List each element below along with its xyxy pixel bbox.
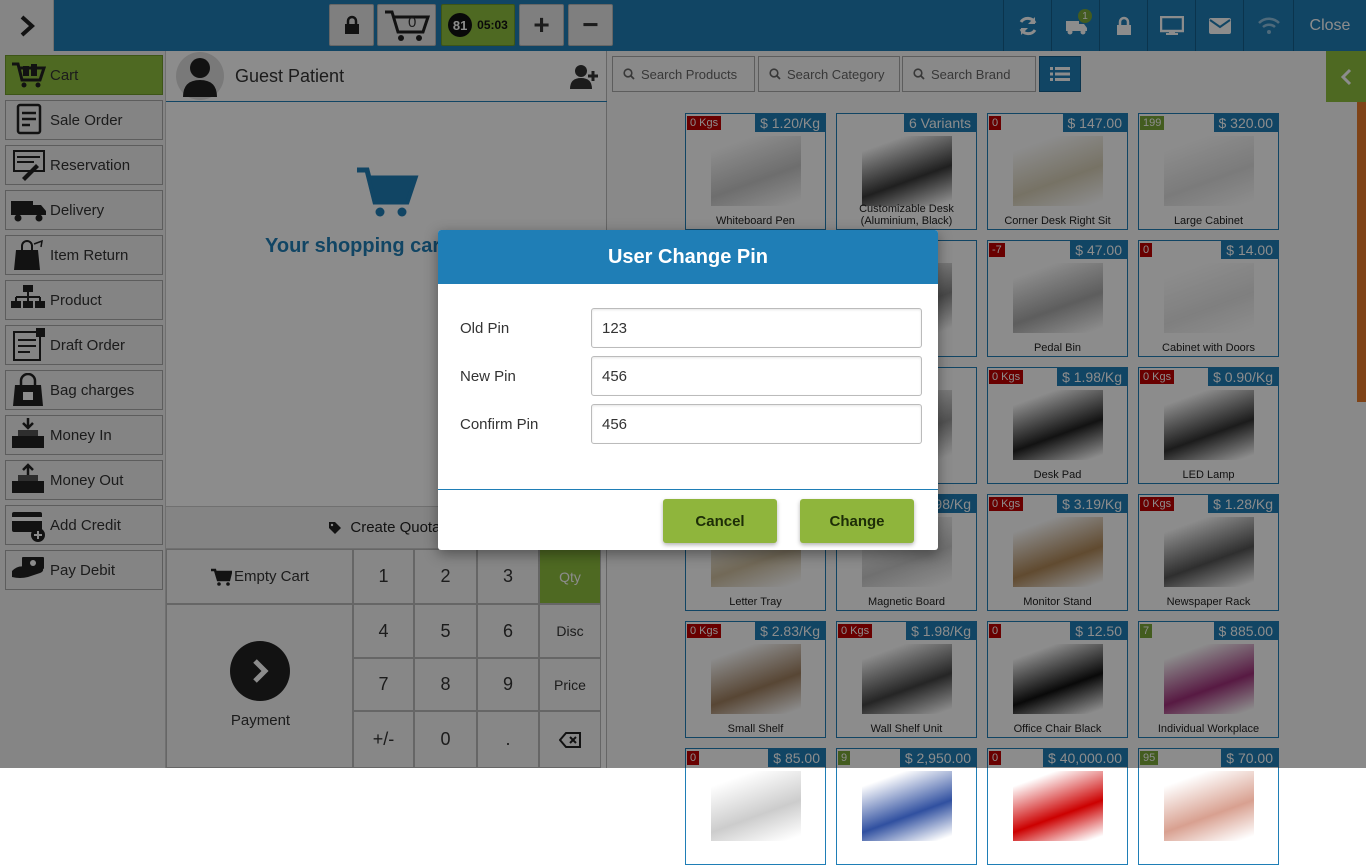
product-image [862,771,952,841]
confirm-pin-label: Confirm Pin [460,415,539,433]
product-image [1013,771,1103,841]
dialog-title: User Change Pin [438,230,938,284]
new-pin-input[interactable] [591,356,922,396]
new-pin-row: New Pin [460,356,922,396]
old-pin-label: Old Pin [460,319,510,337]
new-pin-label: New Pin [460,367,516,385]
product-image [1164,771,1254,841]
cancel-button[interactable]: Cancel [663,499,777,543]
dialog-divider [438,489,938,490]
confirm-pin-input[interactable] [591,404,922,444]
change-button[interactable]: Change [800,499,914,543]
product-image [711,771,801,841]
old-pin-row: Old Pin [460,308,922,348]
change-pin-dialog: User Change Pin Old Pin New Pin Confirm … [438,230,938,550]
old-pin-input[interactable] [591,308,922,348]
confirm-pin-row: Confirm Pin [460,404,922,444]
